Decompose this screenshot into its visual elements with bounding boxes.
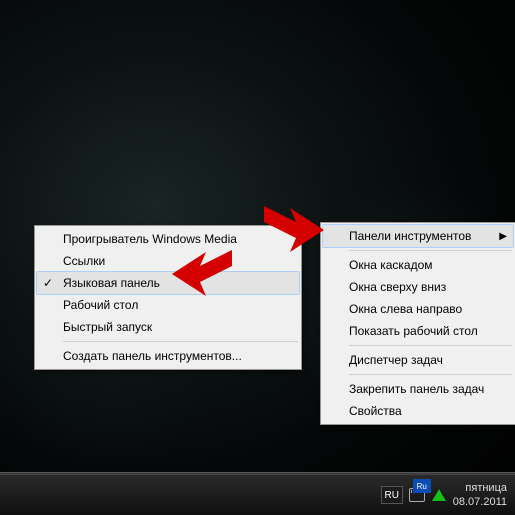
menu-item-label: Ссылки [63, 254, 105, 268]
context-menu-item[interactable]: Панели инструментов ▶ [322, 224, 514, 248]
submenu-arrow-icon: ▶ [499, 231, 507, 242]
menu-item-label: Панели инструментов [349, 229, 471, 243]
menu-item-label: Окна сверху вниз [349, 280, 446, 294]
menu-item-label: Закрепить панель задач [349, 382, 484, 396]
menu-item-label: Быстрый запуск [63, 320, 152, 334]
menu-item-label: Окна слева направо [349, 302, 462, 316]
clock[interactable]: пятница 08.07.2011 [453, 481, 509, 509]
context-menu-item[interactable]: Свойства [323, 400, 513, 422]
taskbar-context-menu: Панели инструментов ▶ Окна каскадом Окна св… [320, 222, 515, 425]
menu-item-label: Окна каскадом [349, 258, 433, 272]
menu-separator [349, 345, 512, 346]
context-menu-item[interactable]: Показать рабочий стол [323, 320, 513, 342]
context-menu-item[interactable]: Окна каскадом [323, 254, 513, 276]
system-tray: RU Ru пятница 08.07.2011 [381, 475, 509, 515]
menu-item-label: Языковая панель [63, 276, 160, 290]
menu-separator [349, 374, 512, 375]
security-icon[interactable] [431, 487, 447, 503]
submenu-item[interactable]: Рабочий стол [37, 294, 299, 316]
context-menu-item[interactable]: Окна сверху вниз [323, 276, 513, 298]
submenu-item[interactable]: ✓ Языковая панель [36, 271, 300, 295]
submenu-item[interactable]: Создать панель инструментов... [37, 345, 299, 367]
menu-item-label: Проигрыватель Windows Media [63, 232, 237, 246]
keyboard-icon[interactable]: Ru [409, 487, 425, 503]
menu-separator [63, 341, 298, 342]
clock-day: пятница [465, 481, 507, 495]
clock-date: 08.07.2011 [453, 495, 507, 509]
menu-item-label: Свойства [349, 404, 402, 418]
menu-separator [349, 250, 512, 251]
language-indicator[interactable]: RU [381, 486, 403, 504]
context-menu-item[interactable]: Закрепить панель задач [323, 378, 513, 400]
submenu-item[interactable]: Проигрыватель Windows Media [37, 228, 299, 250]
menu-item-label: Рабочий стол [63, 298, 138, 312]
submenu-item[interactable]: Ссылки [37, 250, 299, 272]
submenu-item[interactable]: Быстрый запуск [37, 316, 299, 338]
check-icon: ✓ [43, 276, 53, 290]
language-badge-icon: Ru [413, 479, 431, 493]
menu-item-label: Диспетчер задач [349, 353, 443, 367]
context-menu-item[interactable]: Окна слева направо [323, 298, 513, 320]
taskbar[interactable]: RU Ru пятница 08.07.2011 [0, 474, 515, 515]
menu-item-label: Создать панель инструментов... [63, 349, 242, 363]
toolbars-submenu: Проигрыватель Windows Media Ссылки ✓ Языков… [34, 225, 302, 370]
menu-item-label: Показать рабочий стол [349, 324, 478, 338]
context-menu-item[interactable]: Диспетчер задач [323, 349, 513, 371]
